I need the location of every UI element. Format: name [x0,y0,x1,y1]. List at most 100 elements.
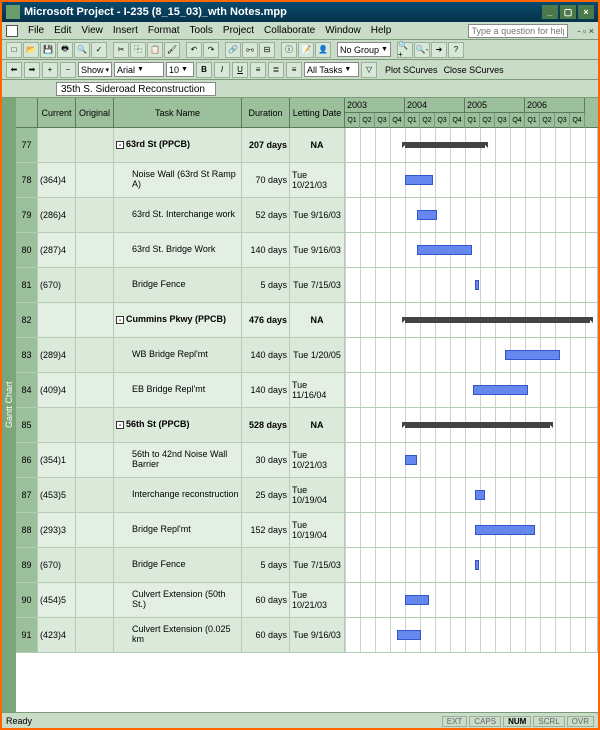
redo-button[interactable]: ↷ [203,42,219,58]
goto-button[interactable]: ➜ [431,42,447,58]
hide-sub-button[interactable]: − [60,62,76,78]
task-bar[interactable] [405,455,417,465]
autofilter-button[interactable]: ▽ [361,62,377,78]
filter-select[interactable]: All Tasks▼ [304,62,359,77]
cell-duration[interactable]: 528 days [242,408,290,442]
cell-original[interactable] [76,163,114,197]
gantt-cell[interactable] [345,373,598,407]
row-number[interactable]: 86 [16,443,38,477]
row-number[interactable]: 79 [16,198,38,232]
menu-view[interactable]: View [79,25,105,36]
cell-letting-date[interactable]: Tue 9/16/03 [290,618,345,652]
cell-original[interactable] [76,443,114,477]
col-header-original[interactable]: Original [76,98,114,127]
task-row[interactable]: 78(364)4Noise Wall (63rd St Ramp A)70 da… [16,163,598,198]
minimize-button[interactable]: _ [542,5,558,19]
link-button[interactable]: 🔗 [225,42,241,58]
task-row[interactable]: 91(423)4Culvert Extension (0.025 km60 da… [16,618,598,653]
spell-button[interactable]: ✓ [91,42,107,58]
view-bar-gantt[interactable]: Gantt Chart [2,98,16,712]
task-row[interactable]: 86(354)156th to 42nd Noise Wall Barrier3… [16,443,598,478]
cell-letting-date[interactable]: Tue 9/16/03 [290,233,345,267]
task-bar[interactable] [475,560,479,570]
cell-taskname[interactable]: -56th St (PPCB) [114,408,242,442]
cell-taskname[interactable]: 56th to 42nd Noise Wall Barrier [114,443,242,477]
cell-letting-date[interactable]: Tue 11/16/04 [290,373,345,407]
cell-taskname[interactable]: Noise Wall (63rd St Ramp A) [114,163,242,197]
gantt-cell[interactable] [345,583,598,617]
task-row[interactable]: 85-56th St (PPCB)528 daysNA [16,408,598,443]
menu-format[interactable]: Format [146,25,182,36]
cell-duration[interactable]: 60 days [242,618,290,652]
help-search-input[interactable] [468,24,568,38]
assign-button[interactable]: 👤 [315,42,331,58]
cell-taskname[interactable]: 63rd St. Interchange work [114,198,242,232]
row-number[interactable]: 77 [16,128,38,162]
cell-letting-date[interactable]: NA [290,303,345,337]
underline-button[interactable]: U [232,62,248,78]
cell-taskname[interactable]: Culvert Extension (0.025 km [114,618,242,652]
cell-letting-date[interactable]: Tue 10/21/03 [290,163,345,197]
gantt-cell[interactable] [345,303,598,337]
row-number[interactable]: 87 [16,478,38,512]
task-bar[interactable] [405,175,433,185]
paste-button[interactable]: 📋 [147,42,163,58]
group-select[interactable]: No Group▼ [337,42,391,57]
cell-duration[interactable]: 5 days [242,268,290,302]
gantt-cell[interactable] [345,618,598,652]
task-row[interactable]: 80(287)463rd St. Bridge Work140 daysTue … [16,233,598,268]
cell-original[interactable] [76,478,114,512]
task-row[interactable]: 79(286)463rd St. Interchange work52 days… [16,198,598,233]
plot-scurves-button[interactable]: Plot SCurves [385,65,438,75]
cell-current[interactable]: (364)4 [38,163,76,197]
task-bar[interactable] [475,280,479,290]
notes-button[interactable]: 📝 [298,42,314,58]
cell-current[interactable] [38,408,76,442]
cell-taskname[interactable]: Bridge Fence [114,548,242,582]
menu-help[interactable]: Help [369,25,394,36]
row-number[interactable]: 89 [16,548,38,582]
cell-current[interactable]: (409)4 [38,373,76,407]
cell-current[interactable] [38,128,76,162]
gantt-cell[interactable] [345,268,598,302]
font-size-select[interactable]: 10▼ [166,62,194,77]
format-painter-button[interactable]: 🖌 [164,42,180,58]
cell-current[interactable]: (289)4 [38,338,76,372]
task-row[interactable]: 88(293)3Bridge Repl'mt152 daysTue 10/19/… [16,513,598,548]
undo-button[interactable]: ↶ [186,42,202,58]
cell-current[interactable]: (287)4 [38,233,76,267]
cell-taskname[interactable]: Interchange reconstruction [114,478,242,512]
cell-duration[interactable]: 140 days [242,338,290,372]
save-button[interactable]: 💾 [40,42,56,58]
task-grid[interactable]: 77-63rd St (PPCB)207 daysNA78(364)4Noise… [16,128,598,712]
cell-duration[interactable]: 60 days [242,583,290,617]
col-header-letting[interactable]: Letting Date [290,98,345,127]
align-center-button[interactable]: ≣ [268,62,284,78]
titlebar[interactable]: Microsoft Project - I-235 (8_15_03)_wth … [2,2,598,22]
mdi-close-button[interactable]: - ▫ × [574,26,594,36]
cell-letting-date[interactable]: NA [290,408,345,442]
col-header-current[interactable]: Current [38,98,76,127]
cell-taskname[interactable]: -Cummins Pkwy (PPCB) [114,303,242,337]
cell-duration[interactable]: 70 days [242,163,290,197]
align-right-button[interactable]: ≡ [286,62,302,78]
cell-letting-date[interactable]: Tue 10/19/04 [290,478,345,512]
cell-current[interactable]: (286)4 [38,198,76,232]
row-number[interactable]: 82 [16,303,38,337]
cell-original[interactable] [76,373,114,407]
close-button[interactable]: × [578,5,594,19]
cell-duration[interactable]: 140 days [242,233,290,267]
gantt-cell[interactable] [345,233,598,267]
cell-duration[interactable]: 25 days [242,478,290,512]
entry-field[interactable]: 35th S. Sideroad Reconstruction [56,82,216,96]
summary-bar[interactable] [405,317,590,323]
cell-original[interactable] [76,618,114,652]
cell-letting-date[interactable]: Tue 1/20/05 [290,338,345,372]
cell-current[interactable]: (293)3 [38,513,76,547]
row-number[interactable]: 80 [16,233,38,267]
col-header-rownum[interactable] [16,98,38,127]
cell-letting-date[interactable]: Tue 10/19/04 [290,513,345,547]
cell-original[interactable] [76,548,114,582]
cell-taskname[interactable]: WB Bridge Repl'mt [114,338,242,372]
zoom-out-button[interactable]: 🔍- [414,42,430,58]
